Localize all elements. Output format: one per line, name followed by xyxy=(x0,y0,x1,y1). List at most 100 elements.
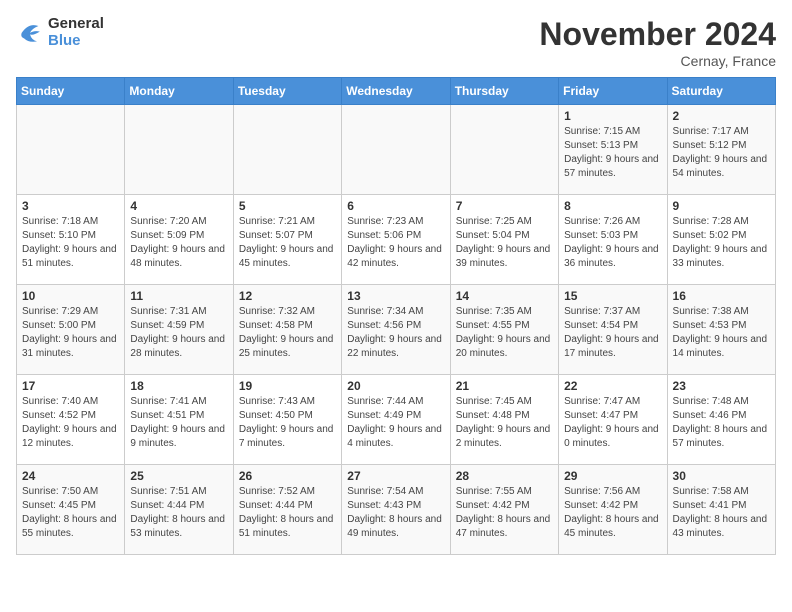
calendar-cell: 14Sunrise: 7:35 AM Sunset: 4:55 PM Dayli… xyxy=(450,285,558,375)
day-info: Sunrise: 7:55 AM Sunset: 4:42 PM Dayligh… xyxy=(456,485,553,541)
day-number: 23 xyxy=(673,379,770,393)
calendar-cell: 19 Sunrise: 7:43 AM Sunset: 4:50 PM Dayli… xyxy=(233,375,341,465)
day-info: Sunrise: 7:28 AM Sunset: 5:02 PM Dayligh… xyxy=(673,215,770,271)
day-info: Sunrise: 7:29 AM Sunset: 5:00 PM Dayligh… xyxy=(22,305,119,361)
calendar-cell: 2Sunrise: 7:17 AM Sunset: 5:12 PM Daylig… xyxy=(667,105,775,195)
day-number: 6 xyxy=(347,199,444,213)
calendar-cell: 23 Sunrise: 7:48 AM Sunset: 4:46 PM Dayli… xyxy=(667,375,775,465)
day-number: 13 xyxy=(347,289,444,303)
calendar-table: SundayMondayTuesdayWednesdayThursdayFrid… xyxy=(16,77,776,555)
weekday-header-sunday: Sunday xyxy=(17,78,125,105)
weekday-header-friday: Friday xyxy=(559,78,667,105)
day-info: Sunrise: 7:31 AM Sunset: 4:59 PM Dayligh… xyxy=(130,305,227,361)
day-number: 8 xyxy=(564,199,661,213)
calendar-cell: 9 Sunrise: 7:28 AM Sunset: 5:02 PM Daylig… xyxy=(667,195,775,285)
calendar-cell: 11 Sunrise: 7:31 AM Sunset: 4:59 PM Dayli… xyxy=(125,285,233,375)
calendar-cell: 16 Sunrise: 7:38 AM Sunset: 4:53 PM Dayli… xyxy=(667,285,775,375)
day-number: 7 xyxy=(456,199,553,213)
calendar-cell: 13 Sunrise: 7:34 AM Sunset: 4:56 PM Dayli… xyxy=(342,285,450,375)
day-number: 17 xyxy=(22,379,119,393)
calendar-cell xyxy=(342,105,450,195)
day-info: Sunrise: 7:20 AM Sunset: 5:09 PM Dayligh… xyxy=(130,215,227,271)
day-info: Sunrise: 7:44 AM Sunset: 4:49 PM Dayligh… xyxy=(347,395,444,451)
logo: General Blue xyxy=(16,16,104,49)
day-number: 22 xyxy=(564,379,661,393)
calendar-cell: 1Sunrise: 7:15 AM Sunset: 5:13 PM Daylig… xyxy=(559,105,667,195)
weekday-header-saturday: Saturday xyxy=(667,78,775,105)
day-number: 20 xyxy=(347,379,444,393)
calendar-cell xyxy=(125,105,233,195)
calendar-cell: 6 Sunrise: 7:23 AM Sunset: 5:06 PM Daylig… xyxy=(342,195,450,285)
day-info: Sunrise: 7:51 AM Sunset: 4:44 PM Dayligh… xyxy=(130,485,227,541)
day-number: 1 xyxy=(564,109,661,123)
calendar-cell: 30 Sunrise: 7:58 AM Sunset: 4:41 PM Dayli… xyxy=(667,465,775,555)
weekday-header-row: SundayMondayTuesdayWednesdayThursdayFrid… xyxy=(17,78,776,105)
day-number: 30 xyxy=(673,469,770,483)
day-info: Sunrise: 7:32 AM Sunset: 4:58 PM Dayligh… xyxy=(239,305,336,361)
week-row-3: 10Sunrise: 7:29 AM Sunset: 5:00 PM Dayli… xyxy=(17,285,776,375)
day-info: Sunrise: 7:41 AM Sunset: 4:51 PM Dayligh… xyxy=(130,395,227,451)
day-info: Sunrise: 7:48 AM Sunset: 4:46 PM Dayligh… xyxy=(673,395,770,451)
day-info: Sunrise: 7:25 AM Sunset: 5:04 PM Dayligh… xyxy=(456,215,553,271)
day-number: 18 xyxy=(130,379,227,393)
location-subtitle: Cernay, France xyxy=(539,53,776,69)
day-info: Sunrise: 7:58 AM Sunset: 4:41 PM Dayligh… xyxy=(673,485,770,541)
logo-blue-text: Blue xyxy=(48,33,104,50)
calendar-cell: 17 Sunrise: 7:40 AM Sunset: 4:52 PM Dayli… xyxy=(17,375,125,465)
week-row-2: 3 Sunrise: 7:18 AM Sunset: 5:10 PM Daylig… xyxy=(17,195,776,285)
day-number: 12 xyxy=(239,289,336,303)
week-row-1: 1Sunrise: 7:15 AM Sunset: 5:13 PM Daylig… xyxy=(17,105,776,195)
logo-general-text: General xyxy=(48,16,104,33)
day-number: 27 xyxy=(347,469,444,483)
day-number: 28 xyxy=(456,469,553,483)
calendar-cell: 15Sunrise: 7:37 AM Sunset: 4:54 PM Dayli… xyxy=(559,285,667,375)
weekday-header-monday: Monday xyxy=(125,78,233,105)
day-info: Sunrise: 7:26 AM Sunset: 5:03 PM Dayligh… xyxy=(564,215,661,271)
week-row-4: 17 Sunrise: 7:40 AM Sunset: 4:52 PM Dayli… xyxy=(17,375,776,465)
day-info: Sunrise: 7:21 AM Sunset: 5:07 PM Dayligh… xyxy=(239,215,336,271)
day-info: Sunrise: 7:54 AM Sunset: 4:43 PM Dayligh… xyxy=(347,485,444,541)
calendar-cell: 25 Sunrise: 7:51 AM Sunset: 4:44 PM Dayli… xyxy=(125,465,233,555)
day-info: Sunrise: 7:52 AM Sunset: 4:44 PM Dayligh… xyxy=(239,485,336,541)
logo-bird-icon xyxy=(16,19,44,47)
calendar-cell: 12 Sunrise: 7:32 AM Sunset: 4:58 PM Dayli… xyxy=(233,285,341,375)
day-number: 16 xyxy=(673,289,770,303)
day-info: Sunrise: 7:37 AM Sunset: 4:54 PM Dayligh… xyxy=(564,305,661,361)
calendar-cell: 29Sunrise: 7:56 AM Sunset: 4:42 PM Dayli… xyxy=(559,465,667,555)
day-number: 3 xyxy=(22,199,119,213)
day-info: Sunrise: 7:34 AM Sunset: 4:56 PM Dayligh… xyxy=(347,305,444,361)
calendar-cell xyxy=(450,105,558,195)
day-number: 26 xyxy=(239,469,336,483)
day-number: 9 xyxy=(673,199,770,213)
day-number: 19 xyxy=(239,379,336,393)
day-info: Sunrise: 7:38 AM Sunset: 4:53 PM Dayligh… xyxy=(673,305,770,361)
calendar-cell: 28 Sunrise: 7:55 AM Sunset: 4:42 PM Dayli… xyxy=(450,465,558,555)
day-number: 5 xyxy=(239,199,336,213)
day-info: Sunrise: 7:40 AM Sunset: 4:52 PM Dayligh… xyxy=(22,395,119,451)
day-number: 29 xyxy=(564,469,661,483)
day-info: Sunrise: 7:17 AM Sunset: 5:12 PM Dayligh… xyxy=(673,125,770,181)
day-info: Sunrise: 7:47 AM Sunset: 4:47 PM Dayligh… xyxy=(564,395,661,451)
weekday-header-wednesday: Wednesday xyxy=(342,78,450,105)
calendar-cell: 3 Sunrise: 7:18 AM Sunset: 5:10 PM Daylig… xyxy=(17,195,125,285)
header: General Blue November 2024 Cernay, Franc… xyxy=(16,16,776,69)
day-number: 24 xyxy=(22,469,119,483)
calendar-cell: 20 Sunrise: 7:44 AM Sunset: 4:49 PM Dayli… xyxy=(342,375,450,465)
calendar-cell: 24Sunrise: 7:50 AM Sunset: 4:45 PM Dayli… xyxy=(17,465,125,555)
calendar-cell: 8 Sunrise: 7:26 AM Sunset: 5:03 PM Daylig… xyxy=(559,195,667,285)
day-info: Sunrise: 7:23 AM Sunset: 5:06 PM Dayligh… xyxy=(347,215,444,271)
day-info: Sunrise: 7:18 AM Sunset: 5:10 PM Dayligh… xyxy=(22,215,119,271)
calendar-cell: 21Sunrise: 7:45 AM Sunset: 4:48 PM Dayli… xyxy=(450,375,558,465)
day-info: Sunrise: 7:43 AM Sunset: 4:50 PM Dayligh… xyxy=(239,395,336,451)
day-number: 25 xyxy=(130,469,227,483)
day-info: Sunrise: 7:35 AM Sunset: 4:55 PM Dayligh… xyxy=(456,305,553,361)
calendar-cell: 10Sunrise: 7:29 AM Sunset: 5:00 PM Dayli… xyxy=(17,285,125,375)
calendar-cell: 27 Sunrise: 7:54 AM Sunset: 4:43 PM Dayli… xyxy=(342,465,450,555)
day-number: 11 xyxy=(130,289,227,303)
week-row-5: 24Sunrise: 7:50 AM Sunset: 4:45 PM Dayli… xyxy=(17,465,776,555)
calendar-cell: 18 Sunrise: 7:41 AM Sunset: 4:51 PM Dayli… xyxy=(125,375,233,465)
day-number: 4 xyxy=(130,199,227,213)
title-area: November 2024 Cernay, France xyxy=(539,16,776,69)
calendar-cell: 26 Sunrise: 7:52 AM Sunset: 4:44 PM Dayli… xyxy=(233,465,341,555)
calendar-cell xyxy=(233,105,341,195)
